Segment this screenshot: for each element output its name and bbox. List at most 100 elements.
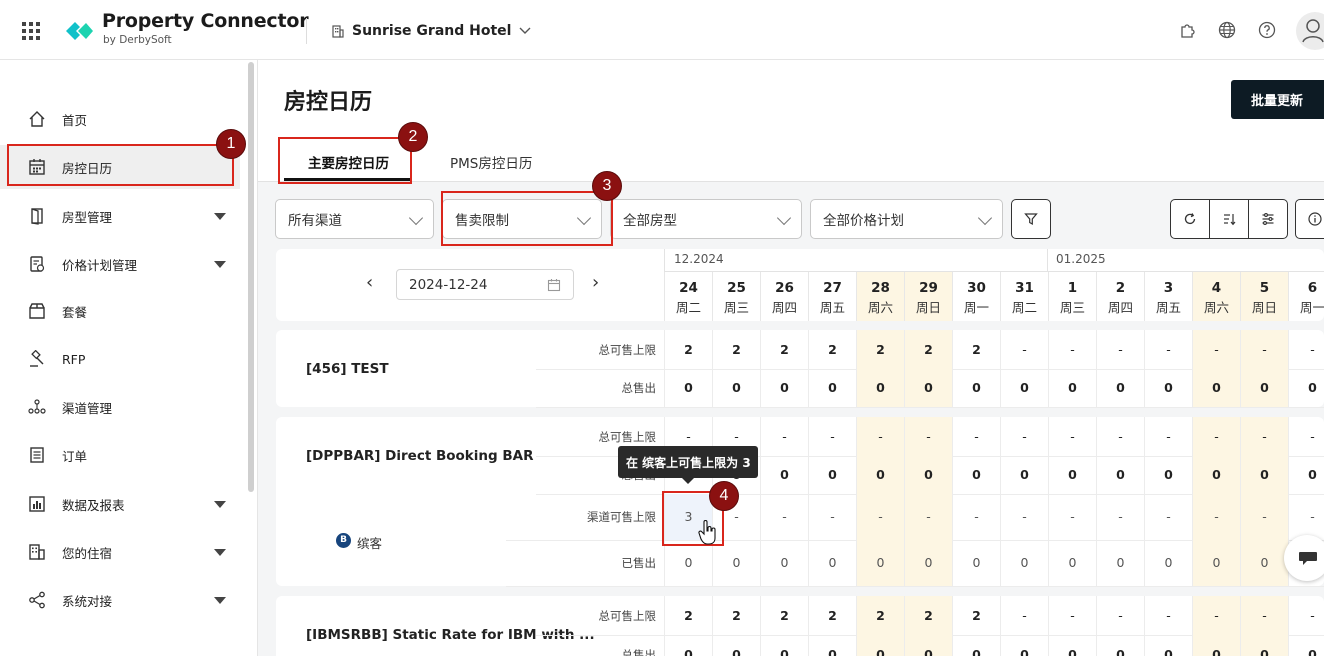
calendar-cell[interactable]: 2	[904, 330, 952, 369]
calendar-cell[interactable]: 2	[712, 330, 760, 369]
rate-plan-select[interactable]: 全部价格计划	[810, 199, 1003, 239]
calendar-cell[interactable]: -	[1144, 330, 1192, 369]
calendar-cell[interactable]: -	[1048, 494, 1096, 540]
calendar-cell[interactable]: -	[904, 494, 952, 540]
calendar-cell[interactable]: 2	[712, 596, 760, 635]
calendar-cell[interactable]: 0	[1288, 456, 1324, 494]
calendar-cell[interactable]: 0	[1192, 456, 1240, 494]
sidebar-item-property[interactable]: 您的住宿	[0, 530, 240, 574]
puzzle-icon[interactable]	[1178, 21, 1196, 39]
settings-button[interactable]	[1249, 200, 1287, 238]
calendar-cell[interactable]: 0	[1048, 369, 1096, 407]
calendar-cell[interactable]: -	[1000, 417, 1048, 456]
sidebar-item-packages[interactable]: 套餐	[0, 289, 240, 333]
calendar-cell[interactable]: 0	[760, 635, 808, 656]
calendar-cell[interactable]: 0	[1000, 635, 1048, 656]
sidebar-scrollbar[interactable]	[248, 62, 254, 492]
calendar-cell[interactable]: -	[1048, 330, 1096, 369]
chat-button[interactable]	[1284, 535, 1324, 581]
sidebar-item-rfp[interactable]: RFP	[0, 337, 240, 381]
calendar-cell[interactable]: -	[1048, 596, 1096, 635]
calendar-cell[interactable]: 0	[1096, 456, 1144, 494]
calendar-cell[interactable]: 0	[1192, 540, 1240, 586]
calendar-cell[interactable]: 0	[1240, 540, 1288, 586]
sidebar-item-home[interactable]: 首页	[0, 97, 240, 141]
calendar-cell[interactable]: 0	[808, 369, 856, 407]
calendar-cell[interactable]: -	[1096, 596, 1144, 635]
calendar-cell[interactable]: 2	[856, 330, 904, 369]
bulk-update-button[interactable]: 批量更新	[1231, 80, 1324, 119]
sidebar-item-orders[interactable]: 订单	[0, 433, 240, 477]
calendar-cell[interactable]: 2	[760, 596, 808, 635]
calendar-cell[interactable]: 2	[808, 330, 856, 369]
calendar-cell[interactable]: 0	[664, 540, 712, 586]
calendar-cell[interactable]: -	[1288, 417, 1324, 456]
calendar-cell[interactable]: 2	[952, 330, 1000, 369]
calendar-cell[interactable]: 0	[952, 456, 1000, 494]
calendar-cell[interactable]: -	[1000, 330, 1048, 369]
calendar-cell[interactable]: 0	[952, 540, 1000, 586]
calendar-cell[interactable]: 0	[1048, 635, 1096, 656]
calendar-cell[interactable]: -	[760, 494, 808, 540]
calendar-cell[interactable]: -	[1000, 494, 1048, 540]
calendar-cell[interactable]: 0	[808, 635, 856, 656]
calendar-cell[interactable]: 0	[1240, 456, 1288, 494]
calendar-cell[interactable]: -	[1288, 596, 1324, 635]
calendar-cell[interactable]: -	[1240, 417, 1288, 456]
sidebar-item-rate-plans[interactable]: 价格计划管理	[0, 242, 240, 286]
calendar-cell[interactable]: 0	[1240, 369, 1288, 407]
avatar[interactable]	[1296, 12, 1324, 50]
calendar-cell[interactable]: -	[1096, 494, 1144, 540]
calendar-cell[interactable]: 2	[760, 330, 808, 369]
calendar-cell[interactable]: -	[952, 494, 1000, 540]
calendar-cell[interactable]: 0	[664, 369, 712, 407]
calendar-cell[interactable]: 0	[1144, 456, 1192, 494]
calendar-cell[interactable]: 0	[1144, 369, 1192, 407]
calendar-cell[interactable]: 0	[1192, 635, 1240, 656]
sidebar-item-channels[interactable]: 渠道管理	[0, 385, 240, 429]
calendar-cell[interactable]: 0	[1096, 540, 1144, 586]
calendar-cell[interactable]: 0	[1000, 369, 1048, 407]
calendar-cell[interactable]: 0	[1144, 635, 1192, 656]
calendar-cell[interactable]: 2	[856, 596, 904, 635]
calendar-cell[interactable]: 0	[856, 540, 904, 586]
calendar-cell[interactable]: 0	[1240, 635, 1288, 656]
calendar-cell[interactable]: 0	[904, 540, 952, 586]
calendar-cell[interactable]: -	[1096, 417, 1144, 456]
calendar-cell[interactable]: 0	[856, 369, 904, 407]
calendar-cell[interactable]: 0	[1096, 369, 1144, 407]
calendar-cell[interactable]: -	[808, 494, 856, 540]
calendar-cell[interactable]: 2	[904, 596, 952, 635]
info-button[interactable]	[1295, 199, 1324, 239]
calendar-cell[interactable]: 2	[664, 330, 712, 369]
calendar-cell[interactable]: 2	[952, 596, 1000, 635]
next-date-button[interactable]: ›	[592, 272, 599, 293]
calendar-cell[interactable]: 0	[856, 456, 904, 494]
calendar-cell[interactable]: -	[1192, 417, 1240, 456]
calendar-cell[interactable]: -	[1048, 417, 1096, 456]
calendar-cell[interactable]: -	[1144, 596, 1192, 635]
calendar-cell[interactable]: 0	[1144, 540, 1192, 586]
calendar-cell[interactable]: -	[1192, 494, 1240, 540]
calendar-cell[interactable]: -	[1288, 330, 1324, 369]
calendar-cell[interactable]: 0	[760, 540, 808, 586]
calendar-cell[interactable]: 0	[856, 635, 904, 656]
calendar-cell[interactable]: -	[1240, 596, 1288, 635]
date-picker[interactable]: 2024-12-24	[396, 269, 574, 300]
calendar-cell[interactable]: -	[904, 417, 952, 456]
globe-icon[interactable]	[1218, 21, 1236, 39]
calendar-cell[interactable]: 0	[1288, 369, 1324, 407]
tab-pms-calendar[interactable]: PMS房控日历	[450, 152, 532, 172]
calendar-cell[interactable]: 0	[712, 635, 760, 656]
filter-button[interactable]	[1011, 199, 1051, 239]
calendar-cell[interactable]: 0	[1048, 540, 1096, 586]
calendar-cell[interactable]: 0	[1192, 369, 1240, 407]
calendar-cell[interactable]: 0	[808, 540, 856, 586]
calendar-cell[interactable]: 0	[904, 456, 952, 494]
calendar-cell[interactable]: 0	[664, 635, 712, 656]
calendar-cell[interactable]: 0	[712, 540, 760, 586]
calendar-cell[interactable]: -	[808, 417, 856, 456]
sort-button[interactable]	[1210, 200, 1249, 238]
calendar-cell[interactable]: -	[1240, 330, 1288, 369]
calendar-cell[interactable]: -	[1192, 330, 1240, 369]
